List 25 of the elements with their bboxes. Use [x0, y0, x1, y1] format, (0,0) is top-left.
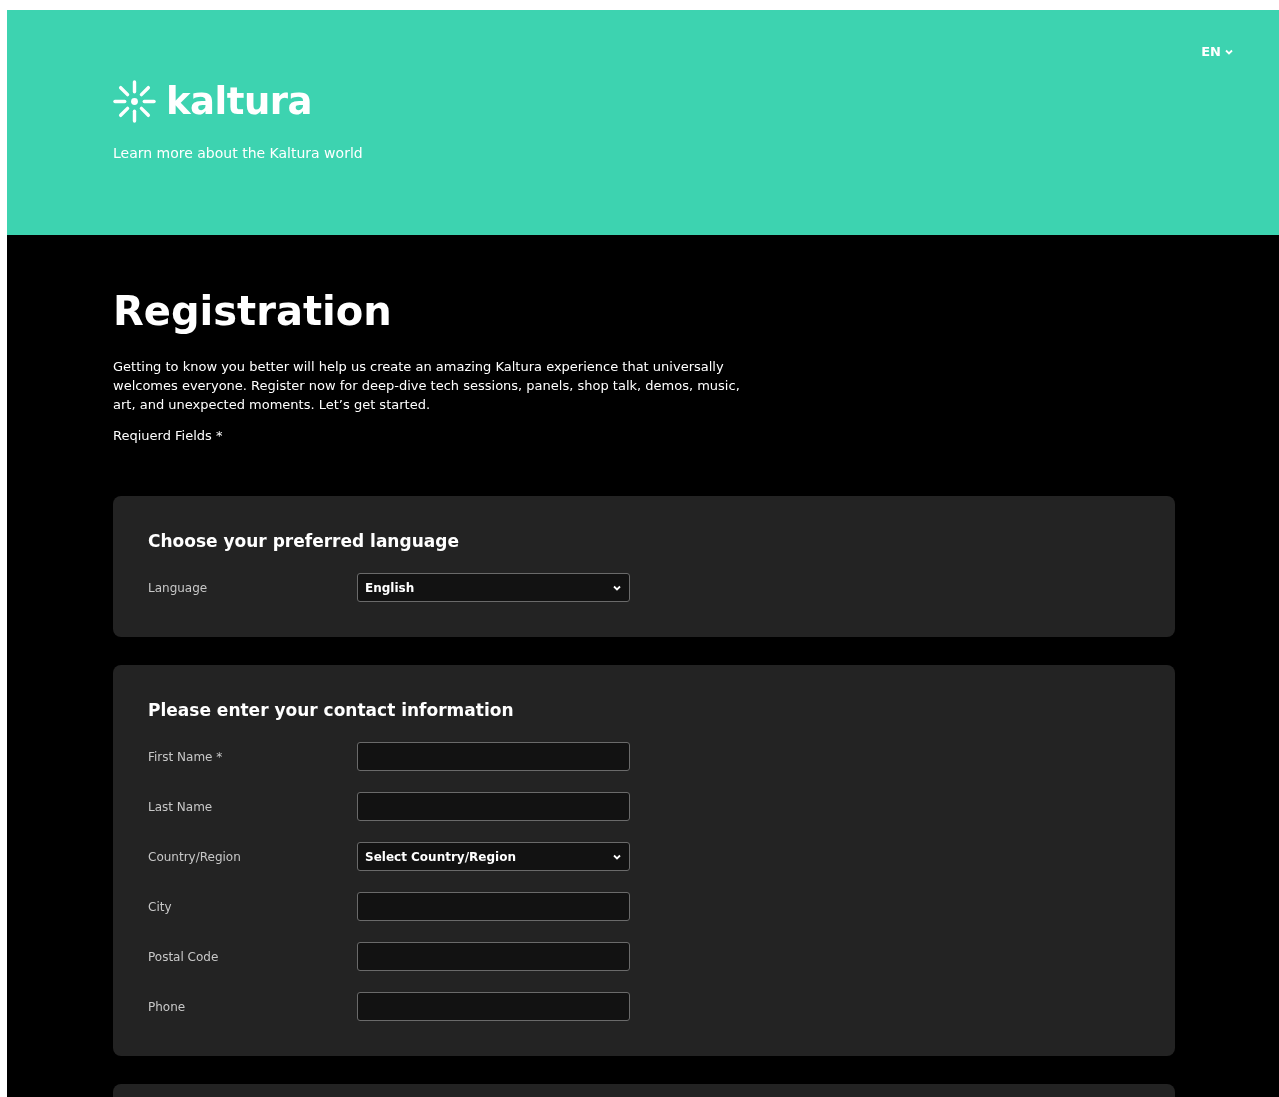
section-title: Choose your preferred language [148, 530, 460, 552]
field-label: Country/Region [148, 849, 242, 864]
field-label: Last Name [148, 799, 214, 814]
select-field[interactable]: Select Country/Region [357, 842, 630, 871]
input-field[interactable] [357, 992, 630, 1021]
field-label: First Name * [148, 749, 224, 764]
logo-icon [113, 80, 156, 123]
tagline: Learn more about the Kaltura world [113, 145, 363, 161]
intro-text: Getting to know you better will help us create an amazing Kaltura experience that universally welcomes everyone. Register now for deep-dive tech sessions, panels, shop talk, demos, music, art, and unexpected moments. Let’s get started. [113, 358, 741, 414]
input-field[interactable] [357, 892, 630, 921]
field-label: City [148, 899, 173, 914]
input-field[interactable] [357, 792, 630, 821]
section-title: Please enter your contact information [148, 699, 515, 721]
field-label: Postal Code [148, 949, 220, 964]
chevron-down-icon [1225, 48, 1233, 55]
chevron-down-icon [613, 853, 621, 860]
select-field[interactable]: English [357, 573, 630, 602]
input-field[interactable] [357, 942, 630, 971]
field-label: Language [148, 580, 209, 595]
chevron-down-icon [613, 584, 621, 591]
field-label: Phone [148, 999, 187, 1014]
page-title: Registration [113, 287, 393, 335]
input-field[interactable] [357, 742, 630, 771]
required-note: Reqiuerd Fields * [113, 428, 224, 443]
logo-wordmark: kaltura [166, 83, 312, 120]
